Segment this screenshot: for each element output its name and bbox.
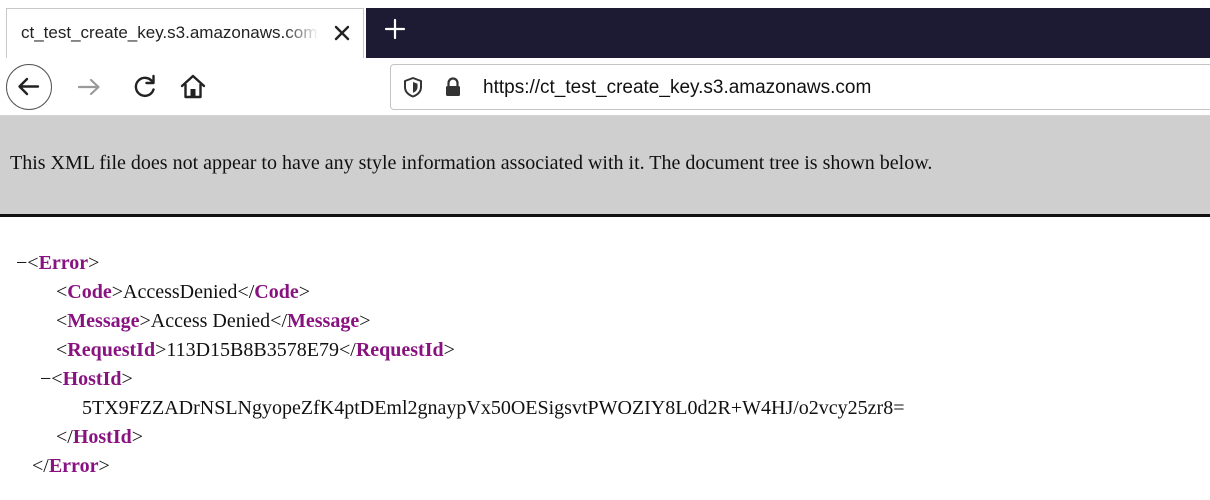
- reload-button[interactable]: [128, 70, 162, 104]
- tag-name: Code: [67, 281, 112, 303]
- tag-name: RequestId: [67, 339, 156, 361]
- forward-button[interactable]: [72, 70, 106, 104]
- code-element: <Code>AccessDenied</Code>: [56, 281, 310, 303]
- host-id-value: 5TX9FZZADrNSLNgyopeZfK4ptDEml2gnaypVx50O…: [82, 397, 905, 419]
- info-message: This XML file does not appear to have an…: [10, 152, 933, 174]
- address-bar[interactable]: https://ct_test_create_key.s3.amazonaws.…: [390, 64, 1210, 110]
- reload-icon: [134, 74, 155, 97]
- host-id-open-line: −<HostId>: [40, 368, 133, 390]
- host-id-close-line: </HostId>: [56, 426, 144, 448]
- error-close-line: </Error>: [32, 455, 110, 477]
- message-element: <Message>Access Denied</Message>: [56, 310, 371, 332]
- request-id-element: <RequestId>113D15B8B3578E79</RequestId>: [56, 339, 455, 361]
- tab-strip-background: [366, 8, 1210, 58]
- tag-name: HostId: [72, 426, 132, 448]
- browser-tab[interactable]: ct_test_create_key.s3.amazonaws.com: [6, 8, 364, 58]
- shield-icon[interactable]: [401, 75, 425, 99]
- tag-name: Error: [48, 455, 99, 477]
- tag-name: Message: [287, 310, 360, 332]
- lock-icon[interactable]: [441, 75, 465, 99]
- tag-name: RequestId: [355, 339, 444, 361]
- forward-arrow-icon: [77, 78, 100, 96]
- element-value: 113D15B8B3578E79: [166, 339, 339, 361]
- tab-strip: ct_test_create_key.s3.amazonaws.com: [0, 0, 1210, 58]
- tag-name: Message: [67, 310, 140, 332]
- tag-name: HostId: [62, 368, 122, 390]
- navigation-toolbar: https://ct_test_create_key.s3.amazonaws.…: [0, 58, 1210, 116]
- error-open-line: −<Error>: [16, 252, 100, 274]
- close-icon[interactable]: [329, 20, 355, 46]
- xml-style-info-banner: This XML file does not appear to have an…: [0, 116, 1210, 217]
- element-value: AccessDenied: [123, 281, 238, 303]
- tab-title: ct_test_create_key.s3.amazonaws.com: [21, 23, 318, 42]
- home-icon: [180, 74, 206, 99]
- collapse-toggle[interactable]: −: [16, 252, 27, 274]
- element-value: Access Denied: [150, 310, 271, 332]
- xml-document-tree: −<Error> <Code>AccessDenied</Code> <Mess…: [0, 217, 1210, 500]
- tag-name: Error: [38, 252, 89, 274]
- url-text[interactable]: https://ct_test_create_key.s3.amazonaws.…: [483, 77, 871, 99]
- plus-icon[interactable]: [380, 14, 410, 44]
- back-arrow-icon: [18, 77, 40, 96]
- home-button[interactable]: [176, 70, 210, 104]
- tag-name: Code: [254, 281, 299, 303]
- collapse-toggle[interactable]: −: [40, 368, 51, 390]
- back-button[interactable]: [6, 64, 52, 110]
